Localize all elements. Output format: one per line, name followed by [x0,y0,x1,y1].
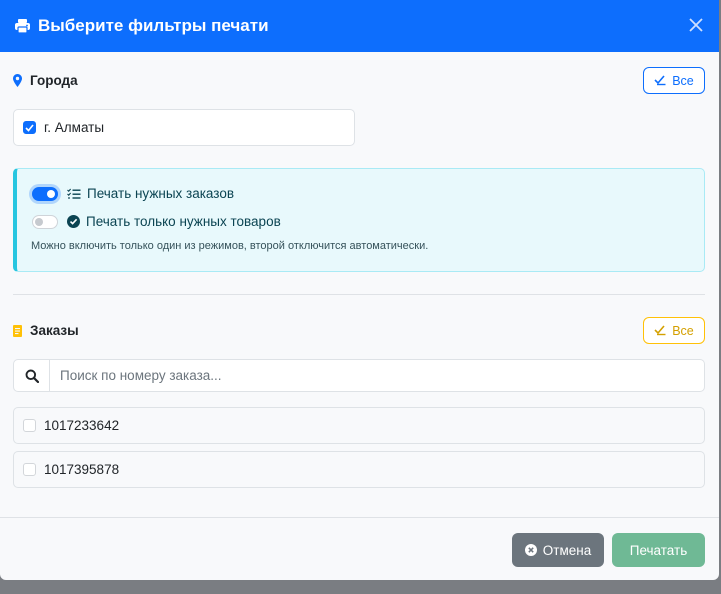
cancel-button[interactable]: Отмена [512,533,604,567]
section-divider [13,294,705,295]
modal-title: Выберите фильтры печати [38,16,269,35]
cities-heading-label: Города [30,73,78,88]
modal-footer: Отмена Печатать [0,517,719,580]
check-circle-icon [67,215,80,228]
order-search-input[interactable] [50,359,705,392]
double-check-icon [654,325,667,336]
close-circle-icon [524,544,537,556]
cities-heading: Города [13,73,78,88]
map-pin-icon [13,74,22,87]
double-check-icon [654,75,667,86]
print-orders-label: Печать нужных заказов [87,186,234,201]
order-row[interactable]: 1017395878 [13,451,705,488]
print-button-label: Печатать [629,542,688,558]
printer-icon [14,18,31,34]
city-checkbox[interactable] [23,121,36,134]
select-all-orders-button[interactable]: Все [643,317,705,344]
mode-note: Можно включить только один из режимов, в… [31,240,429,252]
orders-heading-label: Заказы [30,323,79,338]
order-search-group [13,359,705,392]
order-number: 1017233642 [44,418,120,433]
print-orders-switch[interactable] [32,186,58,201]
order-number: 1017395878 [44,462,120,477]
order-checkbox[interactable] [23,463,36,476]
modal-header: Выберите фильтры печати [0,0,719,52]
print-button[interactable]: Печатать [612,533,705,567]
receipt-icon [13,324,22,337]
select-all-orders-label: Все [672,323,694,338]
close-icon[interactable] [685,14,707,36]
search-icon [13,359,50,392]
city-option-almaty[interactable]: г. Алматы [13,109,355,146]
list-check-icon [67,188,81,200]
city-option-label: г. Алматы [44,120,105,135]
cancel-button-label: Отмена [542,542,592,558]
select-all-cities-label: Все [672,73,694,88]
print-goods-toggle-row: Печать только нужных товаров [32,214,281,229]
order-row[interactable]: 1017233642 [13,407,705,444]
select-all-cities-button[interactable]: Все [643,67,705,94]
order-checkbox[interactable] [23,419,36,432]
print-orders-toggle-row: Печать нужных заказов [32,186,234,201]
orders-heading: Заказы [13,323,79,338]
print-goods-label: Печать только нужных товаров [86,214,281,229]
print-goods-switch[interactable] [32,214,58,229]
print-mode-panel: Печать нужных заказов Печать только нужн… [13,168,705,272]
print-filters-modal: Выберите фильтры печати Города Все г. Ал… [0,0,719,580]
